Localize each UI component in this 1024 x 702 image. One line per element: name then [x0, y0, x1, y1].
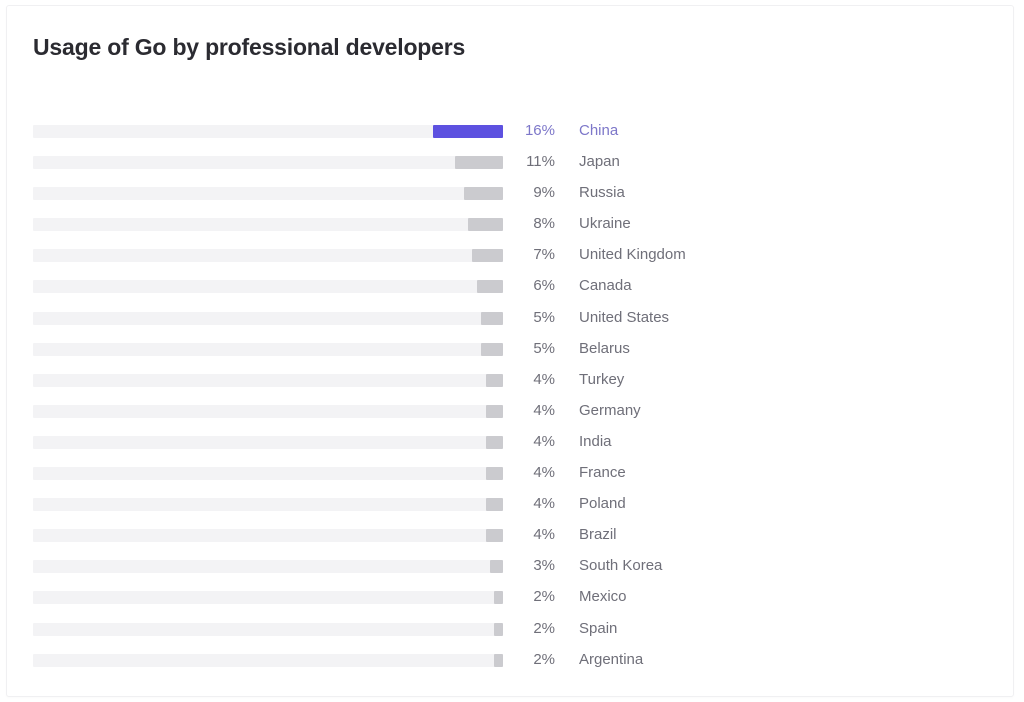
table-row: 9% Russia: [33, 182, 983, 213]
bar-fill: [468, 218, 503, 231]
bar-category-label: India: [579, 433, 612, 450]
bar-value-label: 4%: [511, 464, 555, 481]
bar-value-label: 2%: [511, 620, 555, 637]
bar-fill: [494, 591, 503, 604]
bar-fill: [481, 343, 503, 356]
bar-value-label: 16%: [511, 122, 555, 139]
table-row: 2% Argentina: [33, 649, 983, 680]
table-row: 4% France: [33, 462, 983, 493]
bar-category-label: China: [579, 122, 618, 139]
table-row: 5% Belarus: [33, 338, 983, 369]
bar-value-label: 2%: [511, 588, 555, 605]
bar-value-label: 5%: [511, 340, 555, 357]
bar-value-label: 8%: [511, 215, 555, 232]
bar-category-label: Spain: [579, 620, 617, 637]
bar-track: [33, 560, 503, 573]
bar-fill: [486, 498, 504, 511]
bar-category-label: Mexico: [579, 588, 627, 605]
bar-value-label: 5%: [511, 309, 555, 326]
bar-fill: [455, 156, 503, 169]
bar-value-label: 4%: [511, 402, 555, 419]
table-row: 4% Turkey: [33, 369, 983, 400]
bar-track: [33, 343, 503, 356]
bar-category-label: Argentina: [579, 651, 643, 668]
bar-track: [33, 591, 503, 604]
bar-category-label: Canada: [579, 277, 632, 294]
bar-fill: [464, 187, 503, 200]
bar-fill: [486, 405, 504, 418]
bar-value-label: 6%: [511, 277, 555, 294]
bar-category-label: France: [579, 464, 626, 481]
bar-value-label: 11%: [511, 153, 555, 170]
bar-track: [33, 623, 503, 636]
table-row: 16% China: [33, 120, 983, 151]
bar-track: [33, 280, 503, 293]
table-row: 4% Poland: [33, 493, 983, 524]
bar-track: [33, 218, 503, 231]
bar-fill: [477, 280, 503, 293]
page-title: Usage of Go by professional developers: [33, 34, 465, 61]
bar-track: [33, 374, 503, 387]
bar-value-label: 2%: [511, 651, 555, 668]
table-row: 2% Mexico: [33, 586, 983, 617]
table-row: 6% Canada: [33, 275, 983, 306]
bar-value-label: 4%: [511, 526, 555, 543]
bar-category-label: United Kingdom: [579, 246, 686, 263]
bar-value-label: 7%: [511, 246, 555, 263]
bar-category-label: Germany: [579, 402, 641, 419]
bar-value-label: 3%: [511, 557, 555, 574]
bar-fill: [481, 312, 503, 325]
bar-category-label: South Korea: [579, 557, 662, 574]
bar-fill: [486, 436, 504, 449]
bar-category-label: Turkey: [579, 371, 624, 388]
table-row: 5% United States: [33, 307, 983, 338]
table-row: 2% Spain: [33, 618, 983, 649]
bar-track: [33, 156, 503, 169]
bar-category-label: Ukraine: [579, 215, 631, 232]
chart-card: Usage of Go by professional developers 1…: [6, 5, 1014, 697]
bar-fill: [472, 249, 503, 262]
bar-value-label: 4%: [511, 495, 555, 512]
table-row: 8% Ukraine: [33, 213, 983, 244]
bar-fill: [486, 374, 504, 387]
table-row: 7% United Kingdom: [33, 244, 983, 275]
bar-category-label: Russia: [579, 184, 625, 201]
bar-track: [33, 312, 503, 325]
bar-fill: [433, 125, 503, 138]
table-row: 4% India: [33, 431, 983, 462]
bar-track: [33, 187, 503, 200]
table-row: 4% Brazil: [33, 524, 983, 555]
bar-chart-rows: 16% China 11% Japan 9% Russia 8% Ukraine 7% Unite…: [33, 120, 983, 680]
bar-track: [33, 436, 503, 449]
bar-value-label: 4%: [511, 371, 555, 388]
bar-track: [33, 498, 503, 511]
table-row: 3% South Korea: [33, 555, 983, 586]
bar-fill: [494, 654, 503, 667]
bar-fill: [490, 560, 503, 573]
bar-category-label: Poland: [579, 495, 626, 512]
bar-track: [33, 249, 503, 262]
bar-value-label: 9%: [511, 184, 555, 201]
bar-track: [33, 654, 503, 667]
bar-category-label: Japan: [579, 153, 620, 170]
bar-fill: [486, 529, 504, 542]
table-row: 4% Germany: [33, 400, 983, 431]
bar-category-label: United States: [579, 309, 669, 326]
bar-value-label: 4%: [511, 433, 555, 450]
bar-fill: [494, 623, 503, 636]
bar-fill: [486, 467, 504, 480]
table-row: 11% Japan: [33, 151, 983, 182]
bar-track: [33, 529, 503, 542]
bar-track: [33, 467, 503, 480]
bar-category-label: Brazil: [579, 526, 617, 543]
bar-category-label: Belarus: [579, 340, 630, 357]
bar-track: [33, 405, 503, 418]
